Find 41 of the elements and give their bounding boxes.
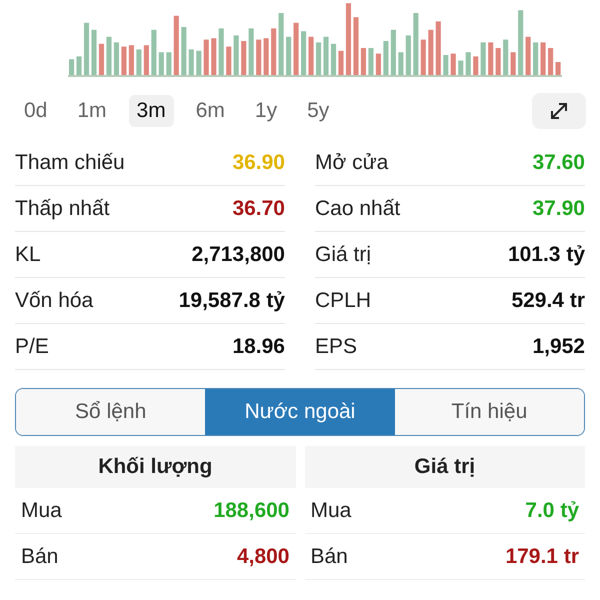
period-tab[interactable]: 5y: [299, 95, 338, 127]
stat-label: CPLH: [315, 288, 372, 314]
column-header: Giá trị: [304, 446, 585, 488]
row-value: 4,800: [236, 544, 290, 570]
stat-label: Mở cửa: [315, 150, 388, 176]
stat-label: P/E: [15, 334, 49, 360]
row-label: Mua: [21, 498, 62, 524]
segment-tab[interactable]: Sổ lệnh: [16, 389, 206, 435]
row-label: Bán: [310, 544, 348, 570]
stat-label: EPS: [315, 334, 358, 360]
stat-label: Tham chiếu: [15, 150, 125, 176]
stat-value: 529.4 tr: [511, 288, 585, 314]
stat-label: Giá trị: [315, 242, 372, 268]
segment-tab[interactable]: Nước ngoài: [205, 389, 395, 435]
column-header: Khối lượng: [15, 446, 296, 488]
stat-label: Cao nhất: [315, 196, 400, 222]
stat-value: 2,713,800: [192, 242, 285, 268]
period-tab[interactable]: 1m: [69, 95, 115, 127]
stat-label: Thấp nhất: [15, 196, 110, 222]
row-label: Mua: [310, 498, 352, 524]
period-tab[interactable]: 0d: [16, 95, 56, 127]
row-value: 7.0 tỷ: [525, 498, 579, 524]
stat-value: 37.90: [532, 196, 585, 222]
stat-value: 36.90: [232, 150, 285, 176]
expand-icon: [548, 100, 570, 122]
period-tab[interactable]: 6m: [188, 95, 233, 127]
expand-button[interactable]: [532, 93, 586, 129]
segment-tab[interactable]: Tín hiệu: [394, 389, 584, 435]
stat-value: 37.60: [532, 150, 585, 176]
row-label: Bán: [21, 544, 58, 570]
stat-value: 1,952: [532, 334, 585, 360]
stat-value: 101.3 tỷ: [508, 242, 585, 268]
period-tab[interactable]: 3m: [128, 95, 174, 127]
stat-value: 18.96: [232, 334, 285, 360]
stat-value: 36.70: [232, 196, 285, 222]
period-tab[interactable]: 1y: [246, 95, 286, 127]
row-value: 188,600: [214, 498, 290, 524]
stat-label: KL: [15, 242, 41, 268]
stat-value: 19,587.8 tỷ: [178, 288, 285, 314]
stat-label: Vốn hóa: [15, 288, 94, 314]
row-value: 179.1 tr: [505, 544, 579, 570]
